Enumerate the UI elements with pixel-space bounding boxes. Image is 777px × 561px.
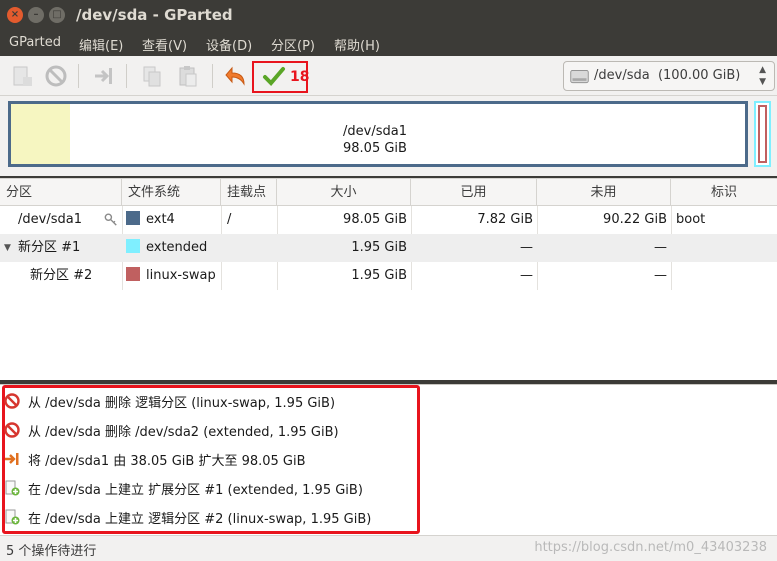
cell-size: 1.95 GiB: [351, 240, 407, 255]
partition-block-sda1[interactable]: /dev/sda1 98.05 GiB: [8, 101, 748, 167]
chevron-down-icon: ▼: [759, 77, 766, 87]
device-selector[interactable]: /dev/sda (100.00 GiB) ▲ ▼: [563, 61, 775, 91]
toolbar-separator: [212, 64, 213, 88]
list-item[interactable]: 从 /dev/sda 删除 逻辑分区 (linux-swap, 1.95 GiB…: [4, 390, 414, 412]
filesystem-color-swatch: [126, 267, 140, 281]
status-bar: 5 个操作待进行 https://blog.csdn.net/m0_434032…: [0, 535, 777, 561]
table-row[interactable]: ▼ 新分区 #1 extended 1.95 GiB — —: [0, 234, 777, 262]
list-item[interactable]: 在 /dev/sda 上建立 逻辑分区 #2 (linux-swap, 1.95…: [4, 506, 414, 528]
table-row[interactable]: /dev/sda1 ext4 / 98.05 GiB 7.82 GiB 90.2…: [0, 206, 777, 234]
cell-unused: 90.22 GiB: [603, 212, 667, 227]
chevron-up-icon: ▲: [759, 65, 766, 75]
table-row[interactable]: 新分区 #2 linux-swap 1.95 GiB — —: [0, 262, 777, 290]
pending-count-annotation: 18: [290, 69, 310, 85]
cell-partition: /dev/sda1: [18, 212, 82, 227]
table-header: 分区 文件系统 挂载点 大小 已用 未用 标识: [0, 179, 777, 206]
operation-text: 在 /dev/sda 上建立 逻辑分区 #2 (linux-swap, 1.95…: [28, 512, 372, 527]
partition-block-extended[interactable]: [754, 101, 771, 167]
cell-partition: 新分区 #2: [30, 268, 93, 283]
cell-flags: boot: [676, 212, 706, 227]
cell-used: —: [520, 268, 533, 283]
cell-size: 1.95 GiB: [351, 268, 407, 283]
new-partition-icon[interactable]: [10, 64, 34, 88]
partition-block-swap[interactable]: [758, 105, 767, 163]
partition-table: 分区 文件系统 挂载点 大小 已用 未用 标识 /dev/sda1 ext4 /…: [0, 178, 777, 380]
resize-move-icon[interactable]: [92, 64, 116, 88]
column-header-flags[interactable]: 标识: [671, 179, 777, 206]
cell-filesystem: extended: [122, 234, 211, 262]
menu-help[interactable]: 帮助(H): [334, 35, 380, 54]
maximize-window-button[interactable]: □: [49, 7, 65, 23]
hard-disk-icon: [570, 69, 589, 84]
menu-device[interactable]: 设备(D): [206, 35, 252, 54]
close-window-button[interactable]: ×: [7, 7, 23, 23]
toolbar: 18 /dev/sda (100.00 GiB) ▲ ▼: [0, 56, 777, 96]
list-item[interactable]: 从 /dev/sda 删除 /dev/sda2 (extended, 1.95 …: [4, 419, 414, 441]
paste-icon[interactable]: [176, 64, 200, 88]
filesystem-color-swatch: [126, 239, 140, 253]
partition-block-size: 98.05 GiB: [343, 141, 407, 156]
column-header-used[interactable]: 已用: [411, 179, 537, 206]
column-header-size[interactable]: 大小: [277, 179, 411, 206]
column-header-partition[interactable]: 分区: [0, 179, 122, 206]
cell-mount: /: [227, 212, 232, 227]
device-selector-arrows: ▲ ▼: [759, 64, 766, 88]
delete-icon[interactable]: [44, 64, 68, 88]
operation-text: 从 /dev/sda 删除 逻辑分区 (linux-swap, 1.95 GiB…: [28, 396, 336, 411]
cell-filesystem: ext4: [122, 206, 179, 234]
cell-size: 98.05 GiB: [343, 212, 407, 227]
expander-arrow-icon[interactable]: ▼: [4, 243, 11, 253]
column-header-unused[interactable]: 未用: [537, 179, 671, 206]
partition-block-name: /dev/sda1: [343, 124, 407, 139]
column-header-mount[interactable]: 挂载点: [221, 179, 277, 206]
watermark-text: https://blog.csdn.net/m0_43403238: [534, 540, 767, 555]
list-item[interactable]: 在 /dev/sda 上建立 扩展分区 #1 (extended, 1.95 G…: [4, 477, 414, 499]
menu-view[interactable]: 查看(V): [142, 35, 187, 54]
cell-used: 7.82 GiB: [477, 212, 533, 227]
delete-icon: [4, 422, 20, 438]
toolbar-separator: [78, 64, 79, 88]
resize-move-icon: [5, 453, 19, 465]
minimize-window-button[interactable]: –: [28, 7, 44, 23]
used-space-fill: [11, 104, 70, 164]
column-header-filesystem[interactable]: 文件系统: [122, 179, 221, 206]
cell-partition: 新分区 #1: [18, 240, 81, 255]
menu-bar: GParted 编辑(E) 查看(V) 设备(D) 分区(P) 帮助(H): [0, 30, 777, 56]
disk-map: /dev/sda1 98.05 GiB: [0, 96, 777, 176]
device-selector-label: /dev/sda (100.00 GiB): [594, 68, 741, 83]
key-icon: [104, 213, 117, 226]
menu-partition[interactable]: 分区(P): [271, 35, 315, 54]
window-title: /dev/sda - GParted: [76, 6, 233, 24]
filesystem-color-swatch: [126, 211, 140, 225]
operation-text: 将 /dev/sda1 由 38.05 GiB 扩大至 98.05 GiB: [28, 454, 306, 469]
cell-used: —: [520, 240, 533, 255]
new-partition-icon: [5, 509, 20, 525]
cell-filesystem: linux-swap: [122, 262, 220, 290]
new-partition-icon: [5, 480, 20, 496]
operation-text: 从 /dev/sda 删除 /dev/sda2 (extended, 1.95 …: [28, 425, 339, 440]
pending-operations-status: 5 个操作待进行: [6, 544, 97, 559]
cell-unused: —: [654, 268, 667, 283]
menu-edit[interactable]: 编辑(E): [79, 35, 123, 54]
menu-gparted[interactable]: GParted: [9, 35, 61, 50]
delete-icon: [4, 393, 20, 409]
cell-unused: —: [654, 240, 667, 255]
apply-icon[interactable]: [262, 64, 286, 88]
list-item[interactable]: 将 /dev/sda1 由 38.05 GiB 扩大至 98.05 GiB: [4, 448, 414, 470]
pending-operations-list: 从 /dev/sda 删除 逻辑分区 (linux-swap, 1.95 GiB…: [0, 384, 777, 535]
copy-icon[interactable]: [140, 64, 164, 88]
undo-icon[interactable]: [224, 64, 248, 88]
operation-text: 在 /dev/sda 上建立 扩展分区 #1 (extended, 1.95 G…: [28, 483, 363, 498]
title-bar: × – □ /dev/sda - GParted: [0, 0, 777, 30]
toolbar-separator: [126, 64, 127, 88]
